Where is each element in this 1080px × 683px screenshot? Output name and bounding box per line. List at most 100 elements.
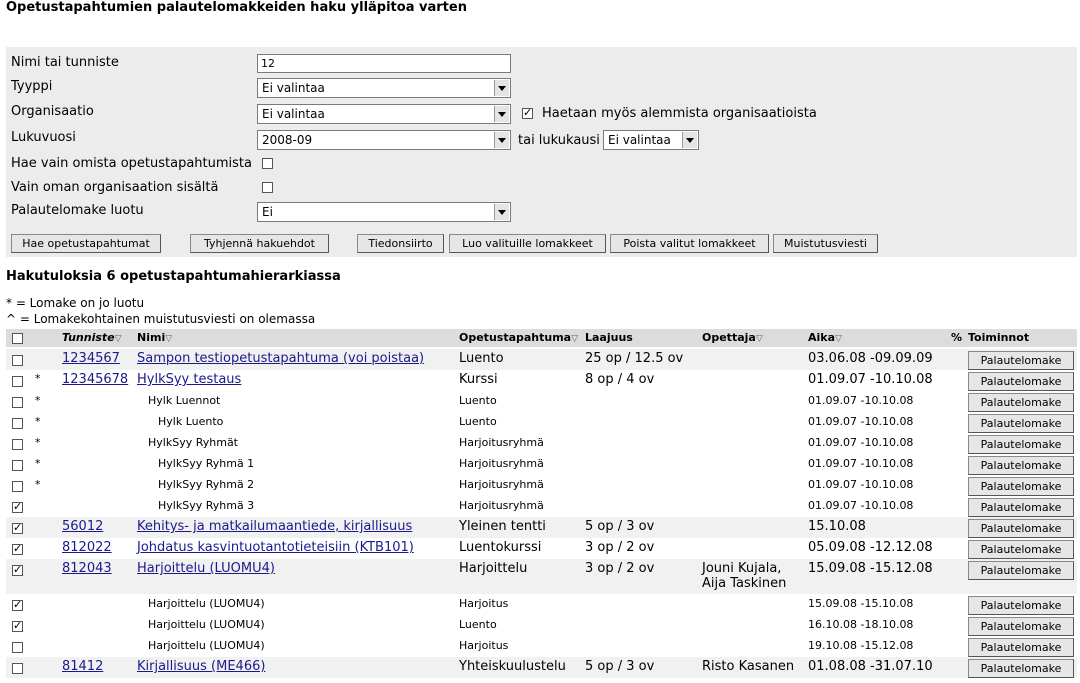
column-name-label: Nimi — [137, 331, 166, 344]
created-select-value: Ei — [262, 205, 273, 219]
name-input[interactable] — [257, 54, 511, 73]
row-extent: 3 op / 2 ov — [585, 540, 655, 555]
delete-forms-button[interactable]: Poista valitut lomakkeet — [610, 234, 769, 253]
own-org-checkbox[interactable] — [262, 182, 273, 193]
sort-down-icon: ▽ — [755, 334, 763, 344]
row-type: Kurssi — [459, 372, 498, 387]
feedback-form-button[interactable]: Palautelomake — [968, 519, 1074, 538]
org-label: Organisaatio — [11, 104, 94, 119]
row-time: 16.10.08 -18.10.08 — [808, 618, 914, 631]
row-mark: * — [35, 457, 41, 470]
row-name-link[interactable]: Sampon testiopetustapahtuma (voi poistaa… — [137, 351, 424, 366]
row-time: 01.08.08 -31.07.10 — [808, 659, 933, 674]
row-checkbox[interactable] — [12, 563, 23, 577]
chevron-down-icon[interactable] — [494, 204, 509, 220]
chevron-down-icon[interactable] — [494, 132, 509, 148]
feedback-form-button[interactable]: Palautelomake — [968, 540, 1074, 559]
feedback-form-button[interactable]: Palautelomake — [968, 456, 1074, 475]
chevron-down-icon[interactable] — [494, 106, 509, 122]
feedback-form-button[interactable]: Palautelomake — [968, 498, 1074, 517]
feedback-form-button[interactable]: Palautelomake — [968, 561, 1074, 580]
row-checkbox[interactable] — [12, 542, 23, 556]
name-label: Nimi tai tunniste — [11, 55, 119, 70]
feedback-form-button[interactable]: Palautelomake — [968, 617, 1074, 636]
feedback-form-button[interactable]: Palautelomake — [968, 638, 1074, 657]
search-button[interactable]: Hae opetustapahtumat — [11, 234, 161, 253]
column-time[interactable]: Aika▽ — [808, 331, 842, 344]
column-extent: Laajuus — [585, 331, 633, 344]
column-teacher[interactable]: Opettaja▽ — [702, 331, 763, 344]
page-title: Opetustapahtumien palautelomakkeiden hak… — [6, 0, 467, 15]
create-forms-button[interactable]: Luo valituille lomakkeet — [449, 234, 606, 253]
row-checkbox[interactable] — [12, 439, 23, 450]
row-name-link[interactable]: Kehitys- ja matkailumaantiede, kirjallis… — [137, 519, 412, 534]
row-type: Harjoittelu — [459, 561, 528, 576]
row-name-link[interactable]: HylkSyy testaus — [137, 372, 241, 387]
row-name: HylkSyy Ryhmä 3 — [158, 499, 255, 512]
row-checkbox[interactable] — [12, 642, 23, 653]
type-label: Tyyppi — [11, 79, 53, 94]
transfer-button[interactable]: Tiedonsiirto — [357, 234, 444, 253]
row-name-link[interactable]: Harjoittelu (LUOMU4) — [137, 561, 275, 576]
feedback-form-button[interactable]: Palautelomake — [968, 393, 1074, 412]
feedback-form-button[interactable]: Palautelomake — [968, 414, 1074, 433]
reminder-button[interactable]: Muistutusviesti — [773, 234, 878, 253]
row-code-link[interactable]: 81412 — [62, 659, 103, 674]
created-select[interactable]: Ei — [257, 202, 511, 222]
row-time: 05.09.08 -12.12.08 — [808, 540, 933, 555]
row-checkbox[interactable] — [12, 397, 23, 408]
row-time: 01.09.07 -10.10.08 — [808, 478, 914, 491]
type-select-value: Ei valintaa — [262, 81, 325, 95]
feedback-form-button[interactable]: Palautelomake — [968, 477, 1074, 496]
feedback-form-button[interactable]: Palautelomake — [968, 435, 1074, 454]
column-code[interactable]: Tunniste▽ — [62, 331, 122, 344]
row-type: Luentokurssi — [459, 540, 542, 555]
row-checkbox[interactable] — [12, 460, 23, 471]
row-type: Harjoitusryhmä — [459, 457, 544, 470]
feedback-form-button[interactable]: Palautelomake — [968, 351, 1074, 370]
feedback-form-button[interactable]: Palautelomake — [968, 596, 1074, 615]
row-time: 15.09.08 -15.10.08 — [808, 597, 914, 610]
select-all-checkbox[interactable] — [12, 333, 23, 344]
row-checkbox[interactable] — [12, 418, 23, 429]
org-select[interactable]: Ei valintaa — [257, 104, 511, 124]
row-name: Harjoittelu (LUOMU4) — [148, 618, 265, 631]
row-checkbox[interactable] — [12, 355, 23, 366]
row-code-link[interactable]: 56012 — [62, 519, 103, 534]
row-checkbox[interactable] — [12, 481, 23, 492]
row-checkbox[interactable] — [12, 619, 23, 633]
feedback-form-button[interactable]: Palautelomake — [968, 659, 1074, 678]
row-name: HylkSyy Ryhmät — [148, 436, 238, 449]
row-name-link[interactable]: Johdatus kasvintuotantotieteisiin (KTB10… — [137, 540, 414, 555]
row-mark: * — [35, 415, 41, 428]
sub-org-checkbox[interactable] — [522, 106, 533, 120]
row-checkbox[interactable] — [12, 663, 23, 674]
type-select[interactable]: Ei valintaa — [257, 78, 511, 98]
row-name-link[interactable]: Kirjallisuus (ME466) — [137, 659, 265, 674]
year-select[interactable]: 2008-09 — [257, 130, 511, 150]
row-code-link[interactable]: 812022 — [62, 540, 112, 555]
row-code-link[interactable]: 812043 — [62, 561, 112, 576]
chevron-down-icon[interactable] — [682, 132, 697, 148]
clear-button[interactable]: Tyhjennä hakuehdot — [190, 234, 329, 253]
own-only-checkbox[interactable] — [262, 158, 273, 169]
row-checkbox[interactable] — [12, 376, 23, 387]
row-checkbox[interactable] — [12, 500, 23, 514]
column-name[interactable]: Nimi▽ — [137, 331, 172, 344]
column-type-label: Opetustapahtuma — [459, 331, 572, 344]
search-panel — [6, 47, 1077, 257]
feedback-form-button[interactable]: Palautelomake — [968, 372, 1074, 391]
row-code-link[interactable]: 1234567 — [62, 351, 120, 366]
month-select[interactable]: Ei valintaa — [603, 130, 699, 150]
row-extent: 8 op / 4 ov — [585, 372, 655, 387]
row-type: Yhteiskuulustelu — [459, 659, 566, 674]
row-type: Luento — [459, 415, 497, 428]
row-checkbox[interactable] — [12, 521, 23, 535]
row-type: Luento — [459, 394, 497, 407]
sort-down-icon: ▽ — [571, 334, 579, 344]
row-extent: 5 op / 3 ov — [585, 519, 655, 534]
chevron-down-icon[interactable] — [494, 80, 509, 96]
column-type[interactable]: Opetustapahtuma▽ — [459, 331, 578, 344]
row-code-link[interactable]: 12345678 — [62, 372, 128, 387]
row-checkbox[interactable] — [12, 598, 23, 612]
